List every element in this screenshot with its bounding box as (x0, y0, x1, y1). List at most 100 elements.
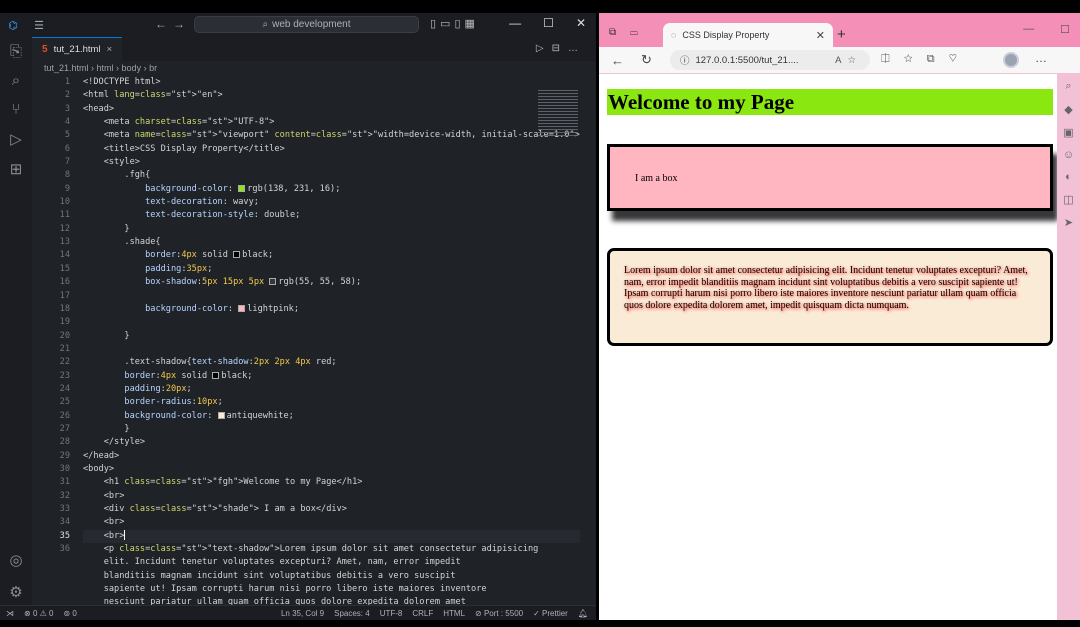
code-line[interactable] (83, 316, 580, 329)
code-line[interactable]: } (83, 330, 580, 343)
close-tab-icon[interactable]: ✕ (816, 29, 825, 42)
layout-controls[interactable]: ▯▭▯▦ (430, 17, 479, 30)
code-line[interactable]: } (83, 423, 580, 436)
tab-tut-21[interactable]: 5 tut_21.html × (32, 37, 123, 61)
code-line[interactable] (83, 290, 580, 303)
prettier-status[interactable]: ✓ Prettier (533, 609, 568, 618)
code-line[interactable]: <!DOCTYPE html> (83, 76, 580, 89)
outlook-icon[interactable]: ◫ (1063, 193, 1073, 206)
code-line[interactable]: box-shadow:5px 15px 5px rgb(55, 55, 58); (83, 276, 580, 289)
code-line[interactable]: <p class=class="st">"text-shadow">Lorem … (83, 543, 580, 556)
minimize-icon[interactable]: — (1023, 23, 1034, 36)
search-icon[interactable]: ⌕ (1065, 80, 1071, 93)
code-line[interactable]: border:4px solid black; (83, 370, 580, 383)
code-line[interactable]: padding:20px; (83, 383, 580, 396)
new-tab-icon[interactable]: + (837, 26, 846, 43)
code-line[interactable]: sapiente ut! Ipsam corrupti harum nisi p… (83, 583, 580, 596)
code-line[interactable]: .shade{ (83, 236, 580, 249)
code-line[interactable]: background-color: antiquewhite; (83, 410, 580, 423)
code-line[interactable]: } (83, 223, 580, 236)
remote-icon[interactable]: ⋊ (6, 609, 14, 618)
code-line[interactable]: <title>CSS Display Property</title> (83, 143, 580, 156)
toolbar-extensions[interactable]: ⎅☆⧉♡ (881, 53, 971, 66)
code-line[interactable] (83, 343, 580, 356)
search-icon[interactable]: ⌕ (12, 72, 20, 89)
code-line[interactable]: blanditiis magnam incidunt sint voluptat… (83, 570, 580, 583)
code-line[interactable]: border:4px solid black; (83, 249, 580, 262)
browser-tab[interactable]: ◌ CSS Display Property ✕ (663, 23, 833, 47)
code-line[interactable]: <body> (83, 463, 580, 476)
breadcrumb-html[interactable]: html (97, 63, 114, 73)
menu-icon[interactable]: ☰ (30, 19, 48, 32)
editor-actions[interactable]: ▷⊟… (536, 43, 586, 54)
copilot-icon[interactable]: ◐ (1065, 171, 1072, 183)
search-label: web development (272, 19, 351, 30)
cursor-position[interactable]: Ln 35, Col 9 (281, 609, 324, 618)
ports-indicator[interactable]: ⊚ 0 (63, 609, 76, 618)
minimap[interactable] (538, 90, 578, 138)
notifications-icon[interactable]: 🔔︎ (578, 609, 588, 618)
code-line[interactable]: <meta name=class="st">"viewport" content… (83, 129, 580, 142)
code-line[interactable]: border-radius:10px; (83, 396, 580, 409)
code-line[interactable]: <br> (83, 490, 580, 503)
back-icon[interactable]: ← (611, 53, 629, 68)
profile-avatar[interactable] (1003, 52, 1019, 68)
code-line[interactable]: <br> (83, 516, 580, 529)
maximize-icon[interactable]: ☐ (543, 16, 554, 30)
close-tab-icon[interactable]: × (107, 44, 113, 55)
send-icon[interactable]: ➤ (1064, 216, 1073, 229)
people-icon[interactable]: ☺ (1063, 149, 1074, 161)
code-line[interactable]: <br> (83, 529, 580, 544)
code-line[interactable]: <div class=class="st">"shade"> I am a bo… (83, 503, 580, 516)
indentation[interactable]: Spaces: 4 (334, 609, 370, 618)
refresh-icon[interactable]: ↻ (641, 52, 659, 68)
address-bar[interactable]: ⓘ 127.0.0.1:5500/tut_21.... A☆ (670, 50, 870, 70)
source-control-icon[interactable]: ⑂ (11, 101, 20, 118)
code-line[interactable]: padding:35px; (83, 263, 580, 276)
encoding[interactable]: UTF-8 (380, 609, 403, 618)
address-actions[interactable]: A☆ (835, 55, 862, 66)
breadcrumb-br[interactable]: br (149, 63, 157, 73)
workspaces-icon[interactable]: ⧉▭ (609, 27, 652, 38)
eol[interactable]: CRLF (412, 609, 433, 618)
close-icon[interactable]: ✕ (576, 16, 586, 30)
briefcase-icon[interactable]: ▣ (1063, 126, 1073, 139)
nav-arrows[interactable]: ←→ (155, 17, 191, 31)
command-center-search[interactable]: ⌕ web development (194, 16, 419, 33)
code-line[interactable]: .fgh{ (83, 169, 580, 182)
code-line[interactable]: .text-shadow{text-shadow:2px 2px 4px red… (83, 356, 580, 369)
code-line[interactable]: <style> (83, 156, 580, 169)
maximize-icon[interactable]: ☐ (1060, 23, 1070, 36)
code-line[interactable]: </style> (83, 436, 580, 449)
code-content[interactable]: <!DOCTYPE html> <html lang=class="st">"en… (83, 76, 580, 607)
extensions-icon[interactable]: ⊞ (10, 160, 23, 178)
breadcrumb-body[interactable]: body (122, 63, 142, 73)
code-editor[interactable]: 1 2 3 4 5 6 7 8 9 10 11 12 13 14 15 16 17 18 19 20 21 22 23 24 2… (32, 76, 596, 607)
code-line[interactable]: <meta charset=class="st">"UTF-8"> (83, 116, 580, 129)
breadcrumb-file[interactable]: tut_21.html (44, 63, 89, 73)
code-line[interactable]: background-color: lightpink; (83, 303, 580, 316)
code-line[interactable]: <head> (83, 103, 580, 116)
line-number: 27 (59, 423, 70, 434)
minimize-icon[interactable]: — (509, 16, 521, 30)
info-icon[interactable]: ⓘ (680, 53, 690, 67)
code-line[interactable]: </head> (83, 450, 580, 463)
browser-window-controls: — ☐ (1023, 23, 1070, 36)
code-line[interactable]: background-color: rgb(138, 231, 16); (83, 183, 580, 196)
tag-icon[interactable]: ◆ (1064, 103, 1072, 116)
run-debug-icon[interactable]: ▷ (10, 130, 22, 148)
line-number: 29 (59, 450, 70, 461)
account-icon[interactable]: ◎ (9, 551, 22, 569)
code-line[interactable]: <html lang=class="st">"en"> (83, 89, 580, 102)
code-line[interactable]: text-decoration-style: double; (83, 209, 580, 222)
code-line[interactable]: <h1 class=class="st">"fgh">Welcome to my… (83, 476, 580, 489)
live-server-port[interactable]: ⊘ Port : 5500 (475, 609, 523, 618)
code-line[interactable]: elit. Incidunt tenetur voluptates except… (83, 556, 580, 569)
problems-indicator[interactable]: ⊗ 0 ⚠ 0 (24, 609, 53, 618)
settings-gear-icon[interactable]: ⚙ (9, 583, 22, 601)
line-number: 2 (64, 90, 70, 101)
more-menu-icon[interactable]: … (1035, 51, 1047, 65)
code-line[interactable]: text-decoration: wavy; (83, 196, 580, 209)
explorer-icon[interactable]: ⎘ (10, 43, 22, 60)
language-mode[interactable]: HTML (443, 609, 465, 618)
